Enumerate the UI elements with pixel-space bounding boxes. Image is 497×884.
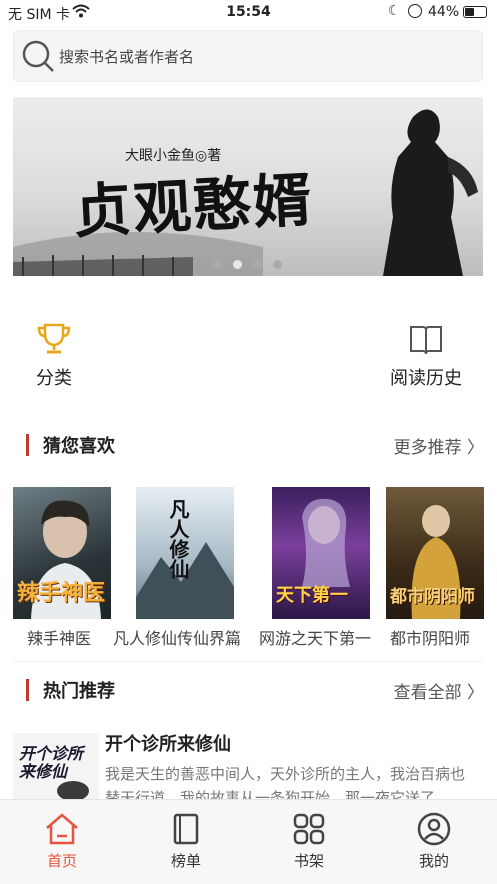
pagination-dot[interactable] <box>213 260 222 269</box>
battery-percent: 44% <box>428 4 460 20</box>
book-title-1[interactable]: 辣手神医 <box>27 625 91 649</box>
do-not-disturb-icon: ☾ <box>388 3 401 19</box>
book-open-icon <box>410 326 442 355</box>
book-title-4[interactable]: 都市阴阳师 <box>390 625 470 649</box>
book-cover-4[interactable]: 都市阴阳师 <box>386 487 484 619</box>
hot-section-title: 热门推荐 <box>43 681 115 702</box>
book-cover-3[interactable]: 天下第一 <box>272 487 370 619</box>
search-placeholder: 搜索书名或者作者名 <box>59 48 195 66</box>
chevron-right-icon: 〉 <box>467 683 484 703</box>
tab-ranking[interactable]: 榜单 <box>146 812 226 871</box>
tab-home-label: 首页 <box>46 852 77 870</box>
bookshelf-icon <box>293 813 325 845</box>
tab-profile[interactable]: 我的 <box>394 812 474 871</box>
book-cover-1[interactable]: 辣手神医 <box>13 487 111 619</box>
guess-section-header: 猜您喜欢 更多推荐 〉 <box>24 432 484 458</box>
profile-icon <box>417 812 451 846</box>
banner-title: 贞观憨婿 <box>71 165 315 247</box>
hot-book-title[interactable]: 开个诊所来修仙 <box>105 730 231 756</box>
pagination-dot[interactable] <box>273 260 282 269</box>
status-bar: 无 SIM 卡 15:54 ☾ 44% <box>0 0 497 26</box>
home-icon <box>46 813 78 845</box>
book-cover-title: 天下第一 <box>276 585 348 606</box>
pagination-dot[interactable] <box>253 260 262 269</box>
section-divider <box>13 661 483 662</box>
reading-history-entry[interactable]: 阅读历史 <box>386 322 466 390</box>
section-accent-bar <box>26 679 29 701</box>
search-bar[interactable]: 搜索书名或者作者名 <box>13 30 483 82</box>
pagination-dot[interactable] <box>233 260 242 269</box>
tab-ranking-label: 榜单 <box>170 852 201 870</box>
hot-section-header: 热门推荐 查看全部 〉 <box>24 677 484 703</box>
more-recommendations-link[interactable]: 更多推荐 〉 <box>394 433 484 458</box>
hot-cover-title: 开个诊所来修仙 <box>19 744 84 781</box>
hot-book-cover[interactable]: 开个诊所来修仙 <box>13 733 99 799</box>
book-title-2[interactable]: 凡人修仙传仙界篇 <box>113 625 241 649</box>
orientation-lock-icon <box>408 4 422 18</box>
book-title-3[interactable]: 网游之天下第一 <box>259 625 371 649</box>
search-icon <box>22 40 54 72</box>
section-accent-bar <box>26 434 29 456</box>
ranking-icon <box>173 813 199 845</box>
clock: 15:54 <box>226 4 271 20</box>
tab-bar: 首页 榜单 书架 我的 <box>0 799 497 884</box>
tab-home[interactable]: 首页 <box>22 812 102 871</box>
book-cover-title: 凡人修仙 <box>166 499 190 579</box>
battery-icon <box>463 6 487 18</box>
reading-history-label: 阅读历史 <box>390 368 462 389</box>
guess-section-title: 猜您喜欢 <box>43 436 115 457</box>
chevron-right-icon: 〉 <box>467 438 484 458</box>
tab-profile-label: 我的 <box>418 852 449 870</box>
trophy-icon <box>37 323 71 354</box>
banner-carousel[interactable]: 大眼小金鱼◎著 贞观憨婿 <box>13 97 483 276</box>
tab-bookshelf[interactable]: 书架 <box>269 812 349 871</box>
banner-pagination <box>213 254 293 273</box>
view-all-link[interactable]: 查看全部 〉 <box>394 678 484 703</box>
category-entry[interactable]: 分类 <box>24 322 84 390</box>
book-cover-title: 都市阴阳师 <box>390 587 475 607</box>
banner-figure-illustration <box>383 109 478 276</box>
tab-bookshelf-label: 书架 <box>293 852 324 870</box>
book-cover-2[interactable]: 凡人修仙 <box>136 487 234 619</box>
book-cover-title: 辣手神医 <box>17 580 106 606</box>
category-label: 分类 <box>36 368 72 389</box>
